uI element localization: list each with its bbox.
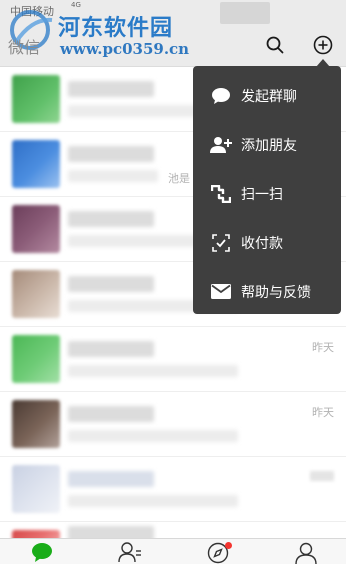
message-preview-blurred <box>68 365 238 377</box>
chat-icon <box>32 543 52 562</box>
contact-name-blurred <box>68 81 154 97</box>
chat-row[interactable] <box>0 457 346 522</box>
discover-badge-dot <box>225 542 232 549</box>
menu-item-payment[interactable]: 收付款 <box>193 218 341 267</box>
avatar <box>12 400 60 448</box>
message-snippet: 池是 <box>168 172 190 185</box>
contact-name-blurred <box>68 146 154 162</box>
avatar <box>12 140 60 188</box>
menu-item-label: 帮助与反馈 <box>241 284 311 301</box>
chat-row[interactable]: 昨天 <box>0 327 346 392</box>
chat-time: 昨天 <box>312 341 334 354</box>
contact-name-blurred <box>68 211 154 227</box>
add-button[interactable] <box>310 32 336 58</box>
watermark-url: www.pc0359.cn <box>60 40 190 58</box>
scan-icon <box>207 184 235 203</box>
menu-item-group-chat[interactable]: 发起群聊 <box>193 71 341 120</box>
signal-label: 4G <box>71 1 81 9</box>
tab-me[interactable] <box>294 542 318 564</box>
menu-item-label: 扫一扫 <box>241 186 283 203</box>
payment-scan-icon <box>207 233 235 252</box>
page-title: 微信 <box>8 38 41 57</box>
contact-name-blurred <box>68 471 154 487</box>
add-menu: 发起群聊 添加朋友 扫一扫 收付款 帮助与反馈 <box>193 66 341 314</box>
chat-bubble-icon <box>207 87 235 105</box>
message-preview-blurred <box>68 430 238 442</box>
app-header: 中国移动 4G 河东软件园 www.pc0359.cn 微信 <box>0 0 346 67</box>
tab-chats[interactable] <box>30 542 54 564</box>
avatar <box>12 270 60 318</box>
contact-name-blurred <box>68 406 154 422</box>
person-icon <box>295 542 317 564</box>
avatar <box>12 205 60 253</box>
plus-circle-icon <box>313 35 333 55</box>
menu-item-label: 添加朋友 <box>241 137 297 154</box>
bottom-tab-bar <box>0 538 346 564</box>
message-preview-blurred <box>68 495 238 507</box>
chat-time: 昨天 <box>312 406 334 419</box>
tab-contacts[interactable] <box>118 542 142 564</box>
chat-time-blurred <box>310 471 334 481</box>
add-friend-icon <box>207 136 235 154</box>
contacts-icon <box>118 542 141 562</box>
watermark-title: 河东软件园 <box>58 15 174 41</box>
menu-item-label: 收付款 <box>241 235 283 252</box>
avatar <box>12 75 60 123</box>
search-button[interactable] <box>262 32 288 58</box>
menu-item-label: 发起群聊 <box>241 88 297 105</box>
menu-item-add-friend[interactable]: 添加朋友 <box>193 120 341 169</box>
avatar <box>12 335 60 383</box>
menu-item-scan[interactable]: 扫一扫 <box>193 169 341 218</box>
avatar <box>12 465 60 513</box>
contact-name-blurred <box>68 276 154 292</box>
mail-icon <box>207 284 235 299</box>
message-preview-blurred <box>68 170 158 182</box>
chat-row[interactable]: 昨天 <box>0 392 346 457</box>
blurred-status-area <box>220 2 270 24</box>
contact-name-blurred <box>68 341 154 357</box>
search-icon <box>266 36 284 54</box>
menu-item-help-feedback[interactable]: 帮助与反馈 <box>193 267 341 316</box>
